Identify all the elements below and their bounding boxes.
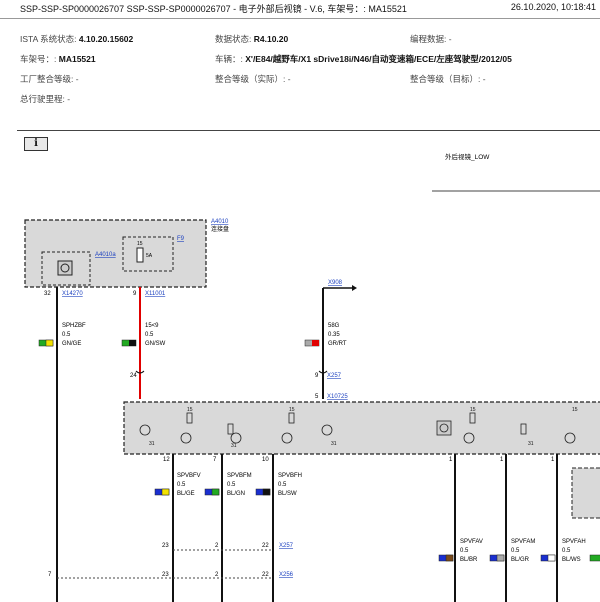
pin-9b: 9 [315, 373, 319, 379]
pin-9: 9 [133, 291, 137, 297]
svg-text:0.5: 0.5 [562, 548, 571, 554]
pin-7: 7 [213, 457, 217, 463]
fuse-icon [136, 247, 144, 263]
w3-stripe [312, 340, 319, 346]
svg-text:15: 15 [187, 407, 193, 413]
pin-23a: 23 [162, 543, 169, 549]
pin-5: 5 [315, 394, 319, 400]
a4010-link[interactable]: A4010 [211, 219, 229, 225]
pin-2a: 2 [215, 543, 219, 549]
svg-text:15: 15 [572, 407, 578, 413]
svg-text:SPVBFV: SPVBFV [177, 473, 201, 479]
pin-22a: 22 [262, 543, 269, 549]
diagram-caption: 外后视镜_LOW [445, 152, 490, 161]
pin-7b: 7 [48, 572, 52, 578]
a4010a-link[interactable]: A4010a [95, 252, 116, 258]
svg-text:0.5: 0.5 [460, 548, 469, 554]
w3-color: GR/RT [328, 341, 347, 347]
fuse-pin: 15 [137, 241, 143, 247]
w2-size: 0.5 [145, 332, 154, 338]
pin-1b: 1 [500, 457, 504, 463]
pin-12: 12 [163, 457, 170, 463]
pin-32: 32 [44, 291, 51, 297]
module-box-partial [571, 467, 600, 519]
pin-23b: 23 [162, 572, 169, 578]
svg-text:SPVBFH: SPVBFH [278, 473, 302, 479]
svg-text:15: 15 [289, 407, 295, 413]
svg-text:SPVFAV: SPVFAV [460, 539, 483, 545]
f9-link[interactable]: F9 [177, 236, 185, 242]
w1-color: GN/GE [62, 341, 81, 347]
pin-24: 24 [130, 373, 137, 379]
w2-stripe [129, 340, 136, 346]
x908-link[interactable]: X908 [328, 280, 343, 286]
w1-name: SPHZBF [62, 323, 86, 329]
x10725-link[interactable]: X10725 [327, 394, 348, 400]
svg-text:31: 31 [528, 441, 534, 447]
svg-text:BL/GE: BL/GE [177, 491, 195, 497]
pin-1a: 1 [449, 457, 453, 463]
x14270-link[interactable]: X14270 [62, 291, 83, 297]
w1-stripe [45, 339, 54, 347]
arrow-right-icon [352, 285, 357, 291]
svg-text:0.5: 0.5 [278, 482, 287, 488]
svg-text:BL/SW: BL/SW [278, 491, 297, 497]
svg-text:0.5: 0.5 [177, 482, 186, 488]
svg-text:BL/GR: BL/GR [511, 557, 530, 563]
wiring-diagram: 外后视镜_LOW A4010 连接盘 A4010a F9 15 5A 32 X1… [24, 152, 600, 602]
svg-text:BL/BR: BL/BR [460, 557, 478, 563]
svg-text:SPVFAM: SPVFAM [511, 539, 535, 545]
x256-link[interactable]: X256 [279, 572, 294, 578]
svg-text:0.5: 0.5 [511, 548, 520, 554]
x257b-link[interactable]: X257 [279, 543, 294, 549]
w2-color: GN/SW [145, 341, 166, 347]
svg-text:31: 31 [331, 441, 337, 447]
pin-22b: 22 [262, 572, 269, 578]
module-symbol [57, 260, 73, 276]
svg-text:BL/GN: BL/GN [227, 491, 245, 497]
a4010-desc: 连接盘 [211, 225, 229, 233]
svg-text:0.5: 0.5 [227, 482, 236, 488]
svg-text:SPVFAH: SPVFAH [562, 539, 586, 545]
fuse-rating: 5A [146, 253, 153, 259]
pin-10: 10 [262, 457, 269, 463]
svg-text:15: 15 [470, 407, 476, 413]
w2-name: 15<9 [145, 323, 159, 329]
pin-2b: 2 [215, 572, 219, 578]
w3-name: 58G [328, 323, 340, 329]
svg-text:BL/WS: BL/WS [562, 557, 581, 563]
w3-size: 0.35 [328, 332, 340, 338]
svg-text:31: 31 [149, 441, 155, 447]
x11001-link[interactable]: X11001 [145, 291, 166, 297]
w1-size: 0.5 [62, 332, 71, 338]
pin-1c: 1 [551, 457, 555, 463]
x257-link[interactable]: X257 [327, 373, 342, 379]
svg-text:SPVBFM: SPVBFM [227, 473, 252, 479]
svg-text:31: 31 [231, 443, 237, 449]
